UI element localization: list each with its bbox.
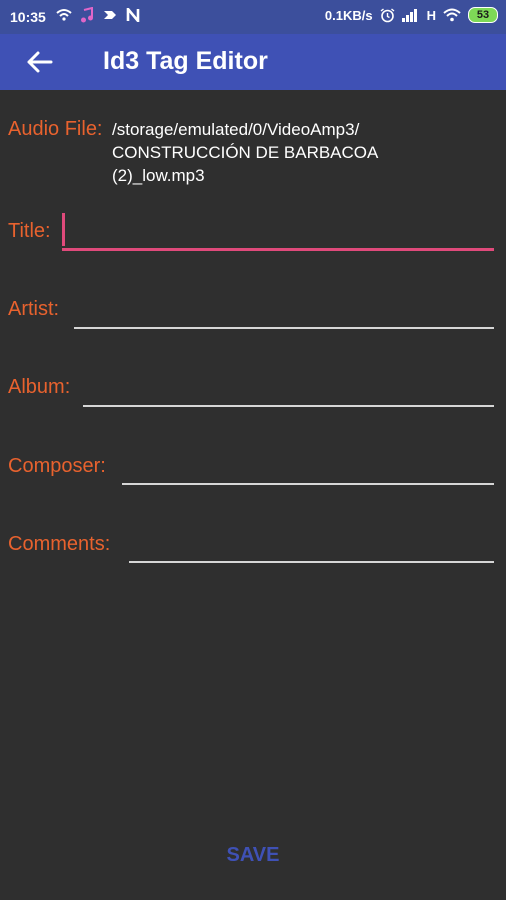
- wifi-notification-icon: [56, 9, 72, 21]
- composer-underline: [122, 483, 494, 485]
- arrow-back-icon: [27, 51, 53, 73]
- artist-input[interactable]: [74, 290, 494, 330]
- battery-level: 53: [476, 9, 490, 21]
- status-time: 10:35: [10, 9, 46, 25]
- album-input[interactable]: [83, 368, 494, 408]
- back-button[interactable]: [22, 46, 58, 78]
- app-bar: Id3 Tag Editor: [0, 34, 506, 90]
- comments-label: Comments:: [8, 533, 111, 555]
- album-underline: [83, 405, 494, 407]
- composer-input[interactable]: [122, 446, 494, 486]
- artist-underline: [74, 327, 494, 329]
- notification-icons: [56, 7, 140, 23]
- title-input[interactable]: [62, 210, 494, 252]
- cast-icon: [104, 11, 116, 19]
- wifi-icon: [443, 8, 461, 22]
- alarm-icon: [380, 7, 395, 22]
- status-right: 0.1KB/s H 53: [325, 7, 498, 23]
- text-cursor: [62, 213, 65, 246]
- audio-file-label: Audio File:: [8, 118, 103, 140]
- page-title: Id3 Tag Editor: [103, 47, 268, 75]
- network-speed: 0.1KB/s: [324, 7, 373, 23]
- audio-file-path-line-1: /storage/emulated/0/VideoAmp3/: [112, 120, 360, 139]
- music-icon: [81, 7, 93, 23]
- comments-underline: [129, 561, 494, 563]
- comments-input[interactable]: [129, 524, 494, 564]
- battery-icon: 53: [468, 7, 498, 23]
- audio-file-path: /storage/emulated/0/VideoAmp3/ CONSTRUCC…: [112, 118, 492, 187]
- signal-icon: [401, 9, 417, 22]
- album-label: Album:: [8, 376, 71, 398]
- status-bar: 10:35 0.1KB/s H 53: [0, 0, 506, 34]
- audio-file-path-line-3: (2)_low.mp3: [112, 166, 205, 185]
- title-label: Title:: [8, 220, 51, 242]
- composer-label: Composer:: [8, 455, 106, 477]
- artist-label: Artist:: [8, 298, 60, 320]
- network-type: H: [426, 7, 436, 23]
- title-underline: [62, 248, 494, 251]
- audio-file-path-line-2: CONSTRUCCIÓN DE BARBACOA: [112, 143, 379, 162]
- save-button[interactable]: SAVE: [200, 838, 306, 872]
- n-app-icon: [126, 8, 140, 22]
